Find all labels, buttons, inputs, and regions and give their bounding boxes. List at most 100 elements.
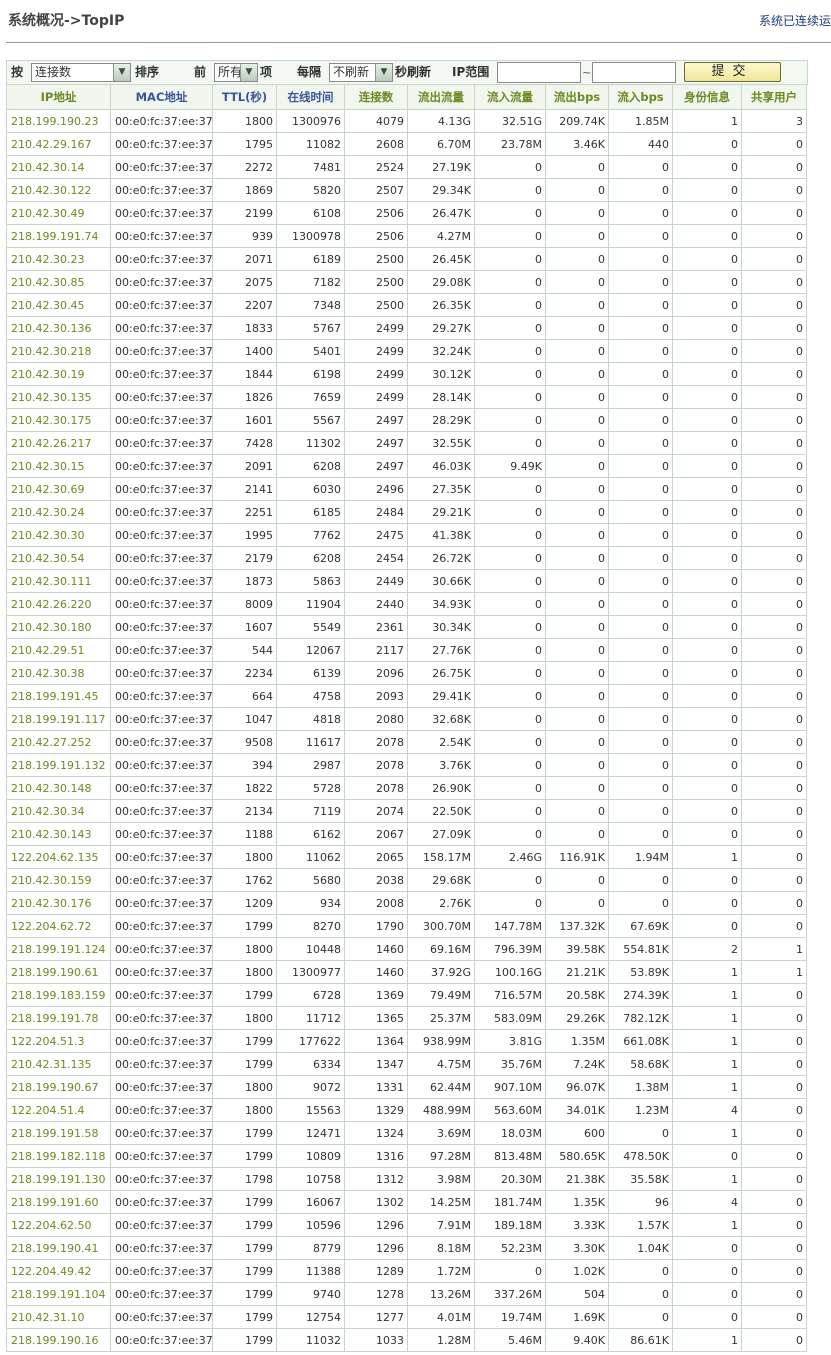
ip-cell[interactable]: 210.42.30.85 (6, 270, 111, 294)
col-identity-header[interactable]: 身份信息 (672, 84, 742, 110)
ip-cell[interactable]: 210.42.26.217 (6, 431, 111, 455)
chevron-down-icon[interactable]: ▼ (375, 64, 392, 81)
col-mac-address-header[interactable]: MAC地址 (110, 84, 213, 110)
ip-cell[interactable]: 218.199.191.132 (6, 753, 111, 777)
shared-users-cell: 0 (741, 983, 807, 1007)
ip-cell[interactable]: 210.42.30.23 (6, 247, 111, 271)
ip-cell[interactable]: 210.42.30.34 (6, 799, 111, 823)
ip-cell[interactable]: 210.42.30.54 (6, 546, 111, 570)
chevron-down-icon[interactable]: ▼ (240, 64, 257, 81)
ip-cell[interactable]: 210.42.30.24 (6, 500, 111, 524)
ip-cell[interactable]: 210.42.30.218 (6, 339, 111, 363)
in-bps-cell: 0 (608, 385, 673, 409)
ip-cell[interactable]: 210.42.30.159 (6, 868, 111, 892)
ip-cell[interactable]: 210.42.30.143 (6, 822, 111, 846)
ip-cell[interactable]: 122.204.51.3 (6, 1029, 111, 1053)
mac-cell: 00:e0:fc:37:ee:37 (110, 638, 213, 662)
ip-cell[interactable]: 218.199.191.45 (6, 684, 111, 708)
connections-cell: 2499 (344, 316, 408, 340)
ip-cell[interactable]: 122.204.51.4 (6, 1098, 111, 1122)
col-ip-address-header[interactable]: IP地址 (6, 84, 111, 110)
ttl-cell: 1799 (212, 1121, 277, 1145)
submit-button[interactable]: 提交 (684, 62, 781, 82)
ip-cell[interactable]: 218.199.190.16 (6, 1328, 111, 1352)
col-out-traffic-header[interactable]: 流出流量 (407, 84, 475, 110)
col-out-bps-header[interactable]: 流出bps (545, 84, 609, 110)
ip-cell[interactable]: 218.199.190.41 (6, 1236, 111, 1260)
col-ttl-header[interactable]: TTL(秒) (212, 84, 277, 110)
ip-cell[interactable]: 210.42.30.15 (6, 454, 111, 478)
ip-cell[interactable]: 210.42.30.38 (6, 661, 111, 685)
online-time-cell: 4818 (276, 707, 345, 731)
ip-cell[interactable]: 210.42.30.180 (6, 615, 111, 639)
ip-cell[interactable]: 122.204.62.135 (6, 845, 111, 869)
in-bps-cell: 0 (608, 615, 673, 639)
ip-cell[interactable]: 210.42.30.30 (6, 523, 111, 547)
ip-cell[interactable]: 210.42.30.135 (6, 385, 111, 409)
ip-cell[interactable]: 210.42.30.111 (6, 569, 111, 593)
ip-cell[interactable]: 218.199.191.58 (6, 1121, 111, 1145)
sort-field-select[interactable]: 连接数 ▼ (31, 63, 131, 82)
mac-cell: 00:e0:fc:37:ee:37 (110, 868, 213, 892)
ip-cell[interactable]: 210.42.31.135 (6, 1052, 111, 1076)
ip-cell[interactable]: 218.199.183.159 (6, 983, 111, 1007)
col-connections-header[interactable]: 连接数 (344, 84, 408, 110)
ip-cell[interactable]: 218.199.191.117 (6, 707, 111, 731)
col-in-traffic-header[interactable]: 流入流量 (474, 84, 546, 110)
ip-cell[interactable]: 218.199.182.118 (6, 1144, 111, 1168)
ip-cell[interactable]: 210.42.27.252 (6, 730, 111, 754)
ip-cell[interactable]: 218.199.190.67 (6, 1075, 111, 1099)
shared-users-cell: 0 (741, 569, 807, 593)
ip-cell[interactable]: 122.204.62.72 (6, 914, 111, 938)
in-traffic-cell: 0 (474, 776, 546, 800)
ip-cell[interactable]: 122.204.62.50 (6, 1213, 111, 1237)
ip-cell[interactable]: 210.42.29.51 (6, 638, 111, 662)
col-in-bps-header[interactable]: 流入bps (608, 84, 673, 110)
connections-cell: 1329 (344, 1098, 408, 1122)
out-traffic-cell: 28.14K (407, 385, 475, 409)
identity-cell: 0 (672, 638, 742, 662)
ip-cell[interactable]: 210.42.30.148 (6, 776, 111, 800)
ip-cell[interactable]: 210.42.30.45 (6, 293, 111, 317)
ttl-cell: 1826 (212, 385, 277, 409)
table-row: 210.42.30.111 00:e0:fc:37:ee:37 1873 5863 24… (6, 569, 807, 593)
ip-range-from-input[interactable] (497, 62, 581, 83)
col-shared-users-header[interactable]: 共享用户 (741, 84, 807, 110)
ip-cell[interactable]: 218.199.191.104 (6, 1282, 111, 1306)
out-bps-cell: 7.24K (545, 1052, 609, 1076)
ip-cell[interactable]: 210.42.30.136 (6, 316, 111, 340)
ip-cell[interactable]: 210.42.30.122 (6, 178, 111, 202)
ip-cell[interactable]: 218.199.191.124 (6, 937, 111, 961)
ip-cell[interactable]: 218.199.191.74 (6, 224, 111, 248)
top-count-select[interactable]: 所有 ▼ (214, 63, 258, 82)
ip-cell[interactable]: 218.199.191.78 (6, 1006, 111, 1030)
ip-cell[interactable]: 218.199.190.23 (6, 109, 111, 133)
out-traffic-cell: 26.47K (407, 201, 475, 225)
connections-cell: 2038 (344, 868, 408, 892)
table-row: 218.199.183.159 00:e0:fc:37:ee:37 1799 6728… (6, 983, 807, 1007)
ip-cell[interactable]: 218.199.190.61 (6, 960, 111, 984)
ip-cell[interactable]: 210.42.26.220 (6, 592, 111, 616)
top-ip-table: IP地址 MAC地址 TTL(秒) 在线时间 连接数 流出流量 流入流量 流出bps 流入bps… (6, 84, 807, 1352)
identity-cell: 0 (672, 385, 742, 409)
ip-cell[interactable]: 218.199.191.130 (6, 1167, 111, 1191)
ip-cell[interactable]: 210.42.30.14 (6, 155, 111, 179)
in-traffic-cell: 0 (474, 477, 546, 501)
ip-cell[interactable]: 210.42.29.167 (6, 132, 111, 156)
range-tilde: ~ (582, 66, 592, 79)
col-online-time-header[interactable]: 在线时间 (276, 84, 345, 110)
chevron-down-icon[interactable]: ▼ (113, 64, 130, 81)
ip-cell[interactable]: 210.42.30.176 (6, 891, 111, 915)
ip-cell[interactable]: 210.42.30.69 (6, 477, 111, 501)
ip-cell[interactable]: 210.42.31.10 (6, 1305, 111, 1329)
ip-cell[interactable]: 122.204.49.42 (6, 1259, 111, 1283)
ip-cell[interactable]: 218.199.191.60 (6, 1190, 111, 1214)
ip-cell[interactable]: 210.42.30.19 (6, 362, 111, 386)
ip-range-to-input[interactable] (592, 62, 676, 83)
refresh-interval-select[interactable]: 不刷新 ▼ (329, 63, 393, 82)
table-row: 218.199.191.74 00:e0:fc:37:ee:37 939 130097… (6, 224, 807, 248)
ip-cell[interactable]: 210.42.30.175 (6, 408, 111, 432)
table-row: 210.42.30.218 00:e0:fc:37:ee:37 1400 5401 24… (6, 339, 807, 363)
ip-cell[interactable]: 210.42.30.49 (6, 201, 111, 225)
shared-users-cell: 0 (741, 477, 807, 501)
